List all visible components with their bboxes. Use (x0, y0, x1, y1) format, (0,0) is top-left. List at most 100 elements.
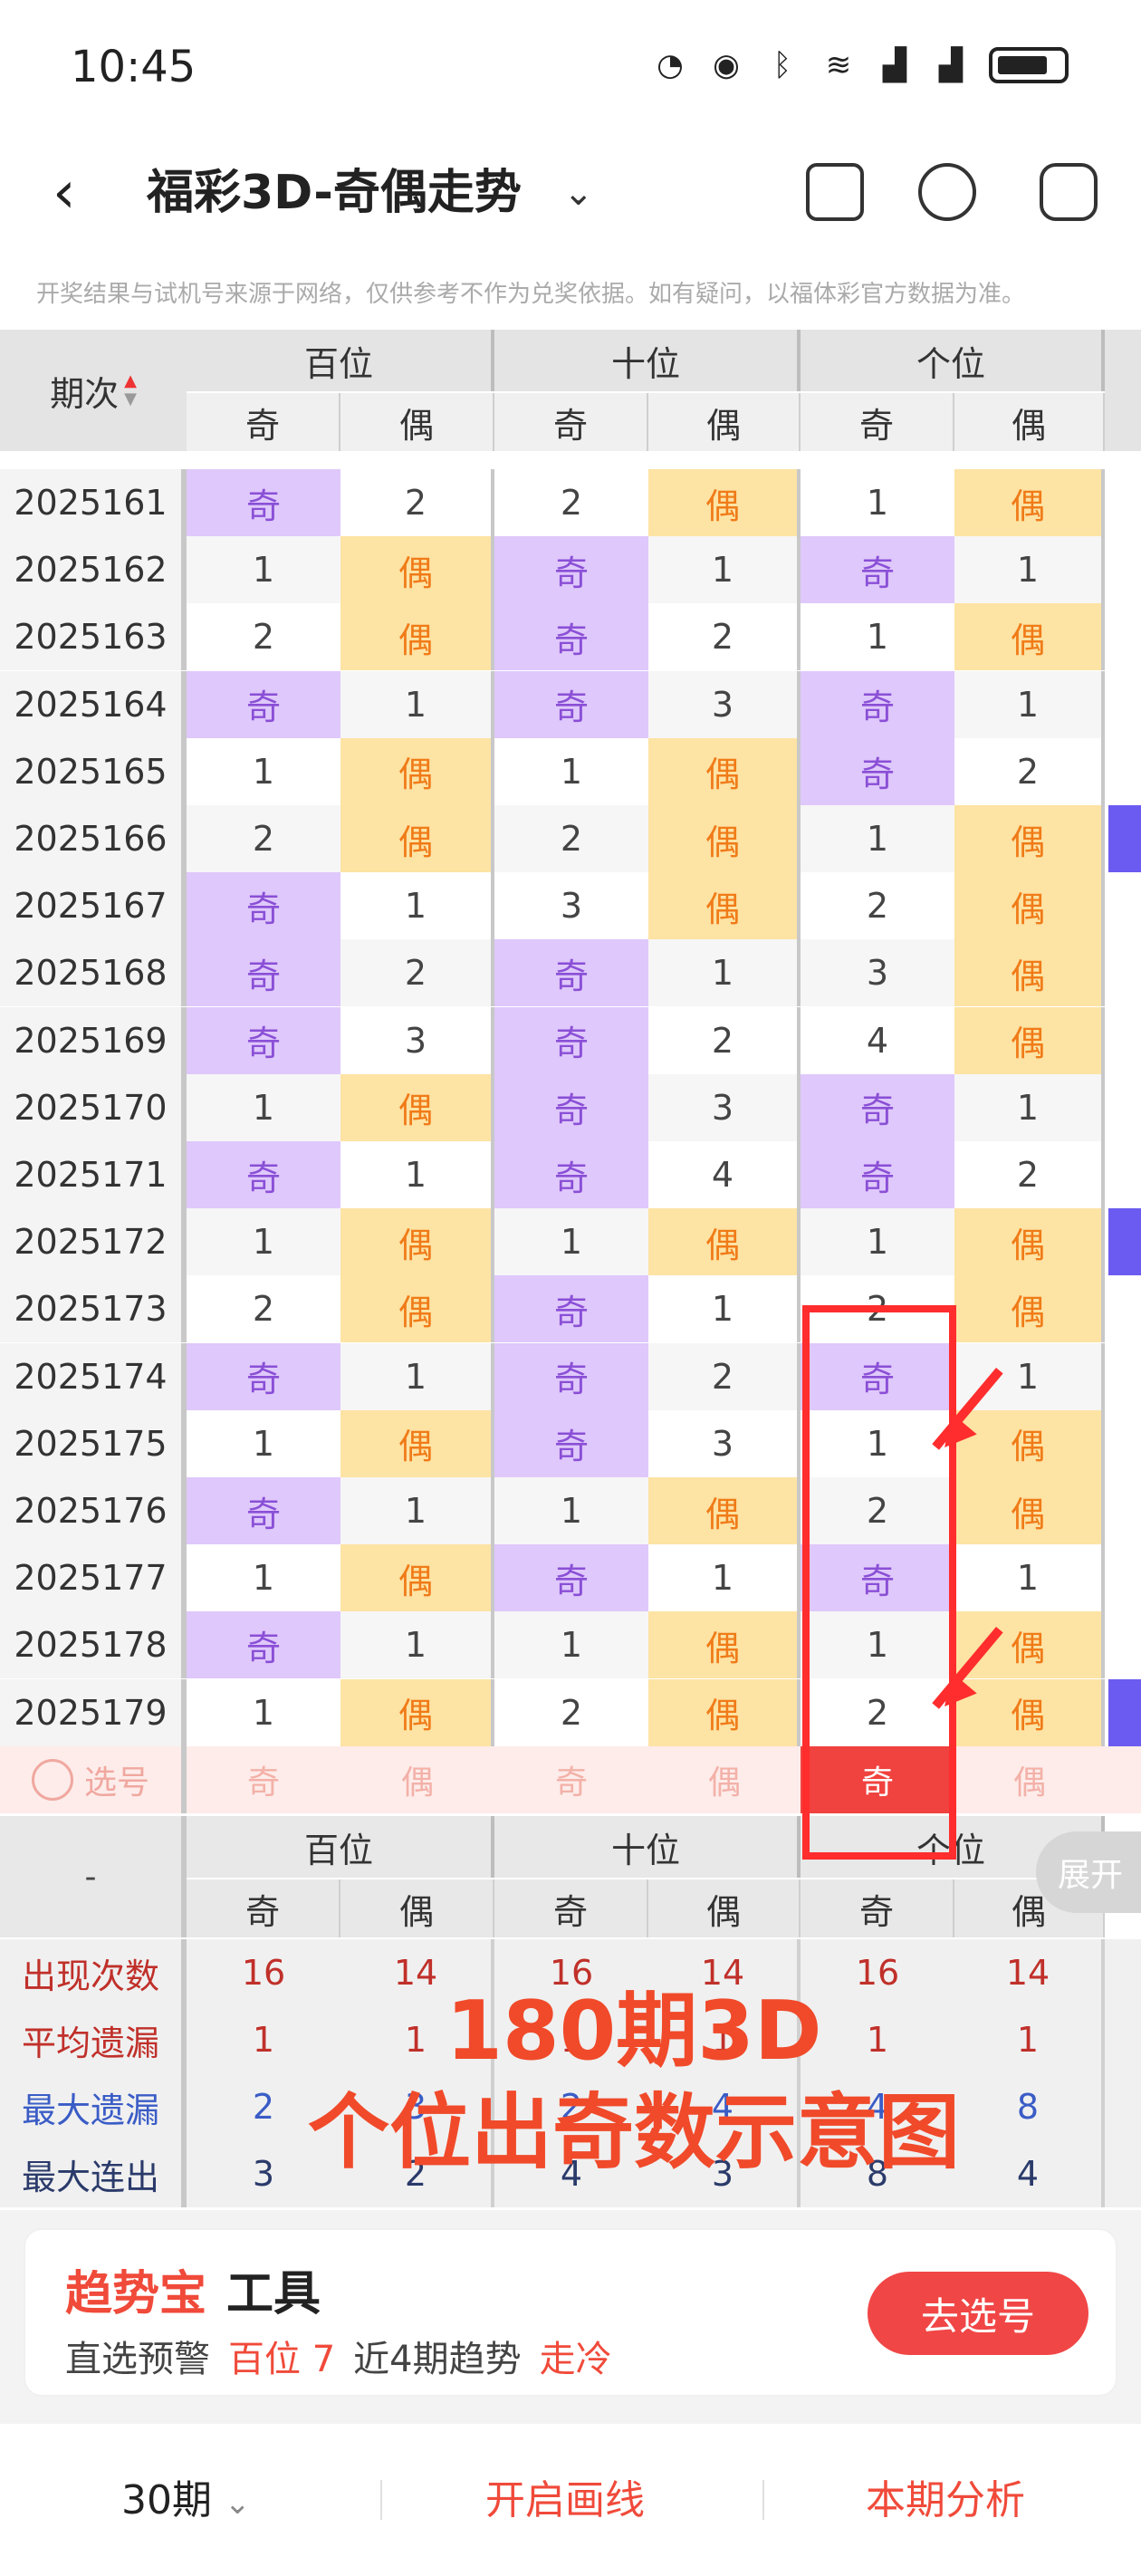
odd-cell: 奇 (187, 1611, 340, 1679)
annotation-highlight-box (802, 1305, 956, 1860)
pick-row-label[interactable]: 选号 (0, 1745, 187, 1813)
eye-icon: ◉ (713, 47, 740, 83)
table-row: 2025166 2 偶 2 偶 1 偶 (0, 805, 1141, 872)
odd-cell: 奇 (187, 1477, 340, 1544)
trend-tool-card: 趋势宝 工具 直选预警 百位 7 近4期趋势 走冷 去选号 (25, 2230, 1116, 2395)
miss-count-cell: 1 (187, 536, 340, 604)
go-pick-button[interactable]: 去选号 (868, 2272, 1088, 2355)
miss-count-cell: 2 (187, 805, 340, 872)
odd-cell: 奇 (187, 469, 340, 536)
stats-group-hundreds: 百位 (187, 1816, 494, 1878)
miss-count-cell: 1 (340, 1611, 494, 1679)
miss-count-cell: 3 (340, 1006, 494, 1074)
annotation-subtitle: 个位出奇数示意图 (308, 2085, 960, 2180)
period-cell: 2025164 (0, 670, 187, 738)
pick-option[interactable]: 偶 (954, 1746, 1105, 1813)
even-cell: 偶 (648, 872, 801, 940)
radio-circle-icon[interactable] (31, 1758, 73, 1801)
settings-icon[interactable] (1040, 163, 1098, 221)
stats-sub-even: 偶 (340, 1879, 494, 1937)
sub-header-odd: 奇 (494, 393, 648, 451)
phone-icon[interactable] (806, 163, 864, 221)
miss-count-cell: 1 (494, 1611, 648, 1679)
period-cell: 2025173 (0, 1275, 187, 1343)
sort-icon[interactable]: ▲ ▼ (124, 372, 137, 409)
even-cell: 偶 (954, 469, 1105, 536)
even-cell: 偶 (340, 1073, 494, 1141)
period-cell: 2025168 (0, 939, 187, 1007)
even-cell: 偶 (954, 1611, 1105, 1679)
group-header-units: 个位 (801, 330, 1105, 391)
miss-count-cell: 3 (648, 670, 801, 738)
even-cell: 偶 (340, 737, 494, 805)
pick-option[interactable]: 奇 (187, 1746, 340, 1813)
miss-count-cell: 1 (252, 1692, 275, 1733)
status-time: 10:45 (71, 42, 197, 92)
miss-count-cell: 2 (494, 805, 648, 872)
bluetooth-icon: ᛒ (772, 47, 792, 83)
odd-cell: 奇 (187, 872, 340, 940)
sub-header-odd: 奇 (801, 393, 954, 451)
miss-count-cell: 1 (494, 1477, 648, 1544)
even-cell: 偶 (340, 1275, 494, 1343)
even-cell: 偶 (648, 1611, 801, 1679)
even-cell: 偶 (954, 603, 1105, 671)
table-row: 2025161 奇 2 2 偶 1 偶 (0, 469, 1141, 536)
period-cell: 2025178 (0, 1611, 187, 1679)
odd-cell: 奇 (801, 1141, 954, 1208)
stats-sub-odd: 奇 (801, 1879, 954, 1937)
analysis-button[interactable]: 本期分析 (866, 2467, 1025, 2525)
pick-label: 选号 (83, 1764, 149, 1802)
stats-label: 最大连出 (0, 2140, 187, 2207)
battery-icon (989, 47, 1069, 83)
odd-cell: 奇 (494, 1409, 648, 1477)
share-icon[interactable] (918, 163, 976, 221)
pick-option[interactable]: 奇 (494, 1746, 648, 1813)
trend-value: 走冷 (539, 2339, 612, 2380)
period-cell: 2025170 (0, 1073, 187, 1141)
miss-count-cell: 1 (954, 670, 1105, 738)
miss-count-cell: 1 (340, 872, 494, 940)
period-cell: 2025172 (0, 1208, 187, 1276)
status-icons: ◔ ◉ ᛒ ≋ ▟ ▟ (652, 47, 1069, 83)
signal-icon: ▟ (882, 47, 907, 83)
miss-count-cell: 2 (648, 603, 801, 671)
draw-line-button[interactable]: 开启画线 (485, 2467, 645, 2525)
stats-sub-odd: 奇 (187, 1879, 340, 1937)
lock-icon: ◔ (657, 47, 684, 83)
table-row: 2025177 1 偶奇 1 奇 1 (0, 1544, 1141, 1612)
side-marker (1108, 1208, 1141, 1276)
period-cell: 2025161 (0, 469, 187, 536)
even-cell: 偶 (648, 1208, 801, 1276)
miss-count-cell: 3 (648, 1409, 801, 1477)
period-header[interactable]: 期次 ▲ ▼ (0, 330, 187, 451)
expand-button[interactable]: 展开 (1036, 1831, 1141, 1913)
miss-count-cell: 1 (252, 1558, 275, 1599)
odd-cell: 奇 (801, 670, 954, 738)
bottom-bar: 30期 ⌄ 开启画线 本期分析 (0, 2424, 1141, 2576)
period-cell: 2025163 (0, 603, 187, 671)
nav-bar: ‹ 福彩3D-奇偶走势 ⌄ (0, 136, 1141, 254)
miss-count-cell: 1 (340, 670, 494, 738)
pick-row: 选号奇偶奇偶奇偶 (0, 1745, 1141, 1813)
tool-info-line: 直选预警 百位 7 近4期趋势 走冷 (65, 2330, 612, 2382)
pick-option[interactable]: 偶 (340, 1746, 494, 1813)
even-cell: 偶 (648, 1678, 801, 1746)
chevron-down-icon[interactable]: ⌄ (563, 163, 594, 223)
odd-cell: 奇 (187, 1342, 340, 1410)
even-cell: 偶 (954, 1275, 1105, 1343)
period-cell: 2025177 (0, 1544, 187, 1612)
periods-selector[interactable]: 30期 ⌄ (121, 2467, 251, 2525)
period-cell: 2025171 (0, 1141, 187, 1208)
back-icon[interactable]: ‹ (53, 161, 107, 225)
miss-count-cell: 2 (954, 1141, 1105, 1208)
stats-group-tens: 十位 (494, 1816, 801, 1878)
pick-option[interactable]: 偶 (648, 1746, 801, 1813)
page-title[interactable]: 福彩3D-奇偶走势 (147, 161, 522, 225)
pick-position: 百位 7 (228, 2339, 336, 2380)
even-cell: 偶 (954, 1208, 1105, 1276)
miss-count-cell: 1 (340, 1477, 494, 1544)
odd-cell: 奇 (494, 670, 648, 738)
miss-count-cell: 1 (648, 536, 801, 604)
miss-count-cell: 4 (648, 1141, 801, 1208)
